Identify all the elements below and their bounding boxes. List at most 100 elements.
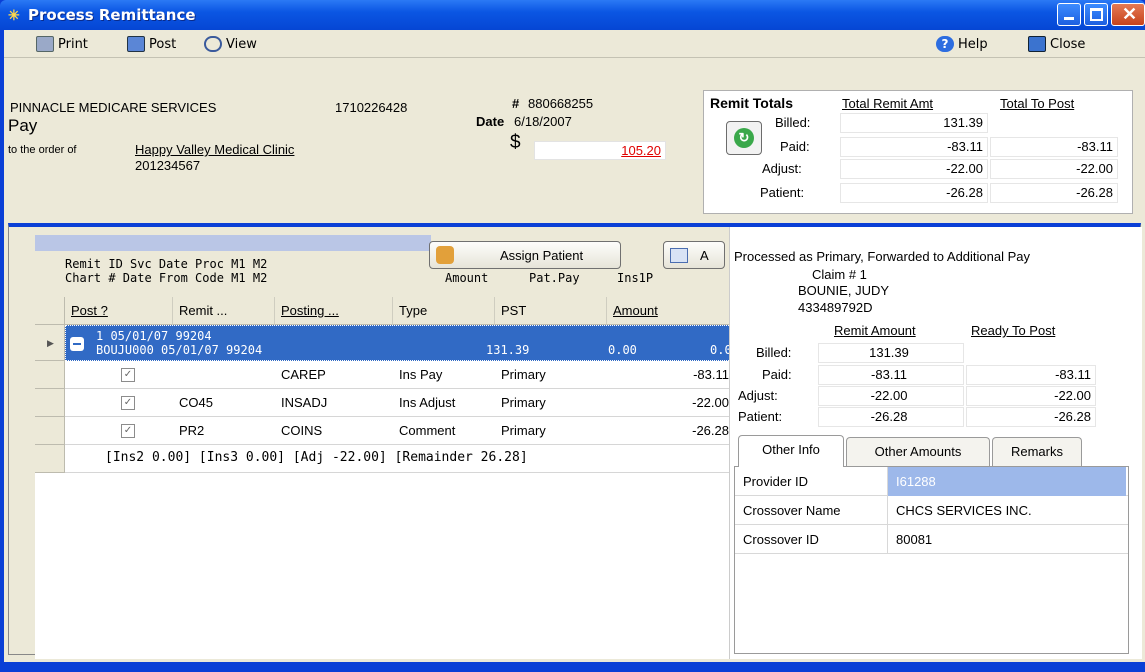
claim-billed-label: Billed: [756, 345, 792, 360]
assign-patient-icon [436, 246, 454, 264]
claim-detail-panel: Remit ID Svc Date Proc M1 M2 Chart # Dat… [8, 223, 1142, 659]
minimize-icon [1064, 17, 1074, 20]
help-icon: ? [936, 36, 954, 52]
claim-adjust-remit: -22.00 [818, 386, 964, 406]
claim-group-row[interactable]: 1 05/01/07 99204 BOUJU000 05/01/07 99204… [65, 325, 732, 361]
post-icon [127, 36, 145, 52]
help-button[interactable]: ? Help [936, 34, 988, 54]
grid-header-patpay: Pat.Pay [529, 271, 580, 285]
row-selector-current[interactable]: ▶ [35, 325, 65, 361]
payee-id: 201234567 [135, 158, 201, 173]
row-selector[interactable] [35, 417, 65, 445]
view-button[interactable]: View [204, 34, 257, 54]
total-adjust-label: Adjust: [762, 161, 802, 176]
check-amount-field[interactable]: 105.20 [534, 141, 666, 160]
payee-name-link[interactable]: Happy Valley Medical Clinic [135, 142, 294, 157]
check-info: PINNACLE MEDICARE SERVICES 1710226428 # … [4, 58, 704, 218]
remit-grid: Post ? Remit ... Posting ... Type PST Am… [35, 297, 732, 659]
remit-totals-panel: Remit Totals Total Remit Amt Total To Po… [703, 90, 1133, 214]
maximize-button[interactable] [1084, 3, 1108, 26]
post-checkbox[interactable]: ✓ [121, 368, 135, 382]
total-patient-remit: -26.28 [840, 183, 988, 203]
payer-name: PINNACLE MEDICARE SERVICES [10, 100, 217, 115]
claim-info-panel: Processed as Primary, Forwarded to Addit… [729, 227, 1142, 659]
info-value[interactable]: 80081 [887, 525, 1126, 554]
post-checkbox[interactable]: ✓ [121, 396, 135, 410]
check-number-label: # [512, 96, 520, 111]
current-row-arrow-icon: ▶ [47, 338, 54, 348]
grid-header-amount: Amount [445, 271, 489, 285]
cell-pst: Primary [501, 395, 546, 410]
tab-other-info-label: Other Info [762, 442, 820, 457]
total-adjust-remit: -22.00 [840, 159, 988, 179]
table-row[interactable]: ✓ CAREP Ins Pay Primary -83.11 [65, 361, 731, 389]
grid-header-line1: Remit ID Svc Date Proc M1 M2 [65, 257, 268, 271]
claim-patient-label: Patient: [738, 409, 783, 424]
col-header-pst[interactable]: PST [495, 297, 607, 325]
total-adjust-post: -22.00 [990, 159, 1118, 179]
cell-pst: Primary [501, 423, 546, 438]
cell-amount: -83.11 [693, 367, 729, 382]
check-date: 6/18/2007 [514, 114, 572, 129]
remit-totals-title: Remit Totals [710, 95, 793, 111]
row-selector[interactable] [35, 361, 65, 389]
info-row-crossover-name[interactable]: Crossover Name CHCS SERVICES INC. [735, 496, 1128, 525]
col-header-type[interactable]: Type [393, 297, 495, 325]
tab-other-amounts[interactable]: Other Amounts [846, 437, 990, 467]
main-content: PINNACLE MEDICARE SERVICES 1710226428 # … [4, 58, 1145, 662]
cell-posting: COINS [281, 423, 323, 438]
assign-patient-label: Assign Patient [500, 248, 584, 263]
col-header-amount[interactable]: Amount [607, 297, 731, 325]
group-line2: BOUJU000 05/01/07 99204 [96, 343, 263, 357]
col-header-posting[interactable]: Posting ... [275, 297, 393, 325]
group-patpay: 0.00 [608, 343, 637, 357]
total-paid-label: Paid: [780, 139, 810, 154]
toolbar: Print Post View ? Help Close [4, 30, 1145, 58]
table-row[interactable]: ✓ PR2 COINS Comment Primary -26.28 [65, 417, 731, 445]
summary-text: [Ins2 0.00] [Ins3 0.00] [Adj -22.00] [Re… [105, 450, 528, 465]
post-button[interactable]: Post [127, 34, 176, 54]
cell-type: Comment [399, 423, 456, 438]
close-label: Close [1050, 36, 1086, 52]
col-header-remit[interactable]: Remit ... [173, 297, 275, 325]
assign-patient-button[interactable]: Assign Patient [429, 241, 621, 269]
row-selector[interactable] [35, 389, 65, 417]
total-billed-label: Billed: [775, 115, 811, 130]
refresh-totals-button[interactable]: ↻ [726, 121, 762, 155]
grid-action-button[interactable]: A [663, 241, 725, 269]
info-row-provider-id[interactable]: Provider ID I61288 [735, 467, 1128, 496]
row-selector[interactable] [35, 445, 65, 473]
post-checkbox[interactable]: ✓ [121, 424, 135, 438]
minimize-button[interactable] [1057, 3, 1081, 26]
total-paid-remit: -83.11 [840, 137, 988, 157]
process-remittance-window: ✳ Process Remittance ✕ Print Post View ?… [0, 0, 1145, 672]
info-row-crossover-id[interactable]: Crossover ID 80081 [735, 525, 1128, 554]
grid-header-band [35, 235, 431, 251]
dollar-sign: $ [510, 132, 521, 153]
cell-posting: CAREP [281, 367, 326, 382]
ready-to-post-header: Ready To Post [971, 323, 1056, 338]
claim-member-id: 433489792D [798, 300, 873, 315]
tab-remarks[interactable]: Remarks [992, 437, 1082, 467]
close-window-button[interactable]: ✕ [1111, 3, 1145, 26]
table-row[interactable]: ✓ CO45 INSADJ Ins Adjust Primary -22.00 [65, 389, 731, 417]
grid-action-label: A [700, 248, 709, 263]
collapse-icon[interactable] [70, 337, 84, 351]
group-line1: 1 05/01/07 99204 [96, 329, 212, 343]
info-value[interactable]: CHCS SERVICES INC. [887, 496, 1126, 525]
col-header-post[interactable]: Post ? [65, 297, 173, 325]
claim-adjust-post: -22.00 [966, 386, 1096, 406]
cell-amount: -22.00 [692, 395, 729, 410]
info-value-selected[interactable]: I61288 [887, 467, 1126, 496]
print-button[interactable]: Print [36, 34, 88, 54]
claim-paid-post: -83.11 [966, 365, 1096, 385]
claim-paid-label: Paid: [762, 367, 792, 382]
claim-paid-remit: -83.11 [818, 365, 964, 385]
close-button[interactable]: Close [1028, 34, 1085, 54]
date-label: Date [476, 114, 505, 129]
check-number: 880668255 [528, 96, 594, 111]
print-label: Print [58, 36, 88, 52]
title-bar[interactable]: ✳ Process Remittance ✕ [0, 0, 1145, 30]
tab-other-info[interactable]: Other Info [738, 435, 844, 467]
info-key: Crossover ID [743, 532, 819, 547]
